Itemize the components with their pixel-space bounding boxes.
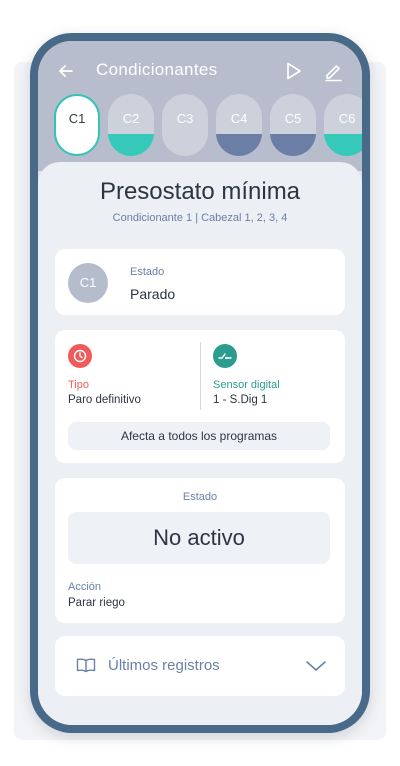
- detail-sheet: Presostato mínima Condicionante 1 | Cabe…: [38, 162, 362, 725]
- records-label: Últimos registros: [108, 657, 220, 674]
- tab-label: C4: [230, 111, 248, 126]
- sensor-value: 1 - S.Dig 1: [213, 394, 268, 406]
- tab-c1[interactable]: C1: [54, 94, 100, 156]
- chevron-down-icon[interactable]: [305, 659, 327, 673]
- tab-c2[interactable]: C2: [108, 94, 154, 156]
- page-title: Presostato mínima: [99, 178, 301, 205]
- book-icon: [76, 658, 96, 673]
- action-label: Acción: [68, 581, 102, 593]
- programs-note: Afecta a todos los programas: [68, 422, 330, 450]
- tab-status-fill: [216, 134, 262, 156]
- arrow-left-icon[interactable]: [56, 61, 76, 81]
- divider: [200, 342, 201, 410]
- tab-c3[interactable]: C3: [162, 94, 208, 156]
- tab-label: C2: [122, 111, 140, 126]
- tab-label: C3: [176, 111, 194, 126]
- tab-status-fill: [270, 134, 316, 156]
- page-subtitle: Condicionante 1 | Cabezal 1, 2, 3, 4: [112, 212, 288, 224]
- avatar: C1: [68, 263, 108, 303]
- tab-label: C6: [338, 111, 356, 126]
- screen-title: Condicionantes: [96, 60, 218, 79]
- clock-icon: [68, 344, 92, 368]
- top-bar: Condicionantes C1 C2 C3 C4 C5 C6: [38, 41, 362, 171]
- phone-frame: Condicionantes C1 C2 C3 C4 C5 C6 Presost…: [30, 33, 370, 733]
- type-card: Tipo Paro definitivo Sensor digital 1 - …: [55, 330, 345, 463]
- switch-icon: [213, 344, 237, 368]
- status-label: Estado: [182, 491, 218, 503]
- play-icon[interactable]: [282, 60, 304, 82]
- status-card: Estado No activo Acción Parar riego: [55, 478, 345, 623]
- state-label: Estado: [130, 266, 165, 278]
- state-card: C1 Estado Parado: [55, 249, 345, 315]
- tab-c5[interactable]: C5: [270, 94, 316, 156]
- type-label: Tipo: [68, 379, 89, 391]
- status-value: No activo: [68, 512, 330, 564]
- action-value: Parar riego: [68, 597, 125, 609]
- tab-label: C5: [284, 111, 302, 126]
- nav-bar: Condicionantes: [38, 59, 362, 83]
- tab-status-fill: [324, 134, 362, 156]
- state-value: Parado: [130, 286, 176, 302]
- records-card[interactable]: Últimos registros: [55, 636, 345, 696]
- tab-label: C1: [68, 111, 86, 126]
- tab-status-fill: [108, 134, 154, 156]
- tab-c4[interactable]: C4: [216, 94, 262, 156]
- sensor-label: Sensor digital: [213, 379, 280, 391]
- app-screen: Condicionantes C1 C2 C3 C4 C5 C6 Presost…: [38, 41, 362, 725]
- type-value: Paro definitivo: [68, 394, 141, 406]
- tab-c6[interactable]: C6: [324, 94, 362, 156]
- pencil-icon[interactable]: [322, 60, 344, 82]
